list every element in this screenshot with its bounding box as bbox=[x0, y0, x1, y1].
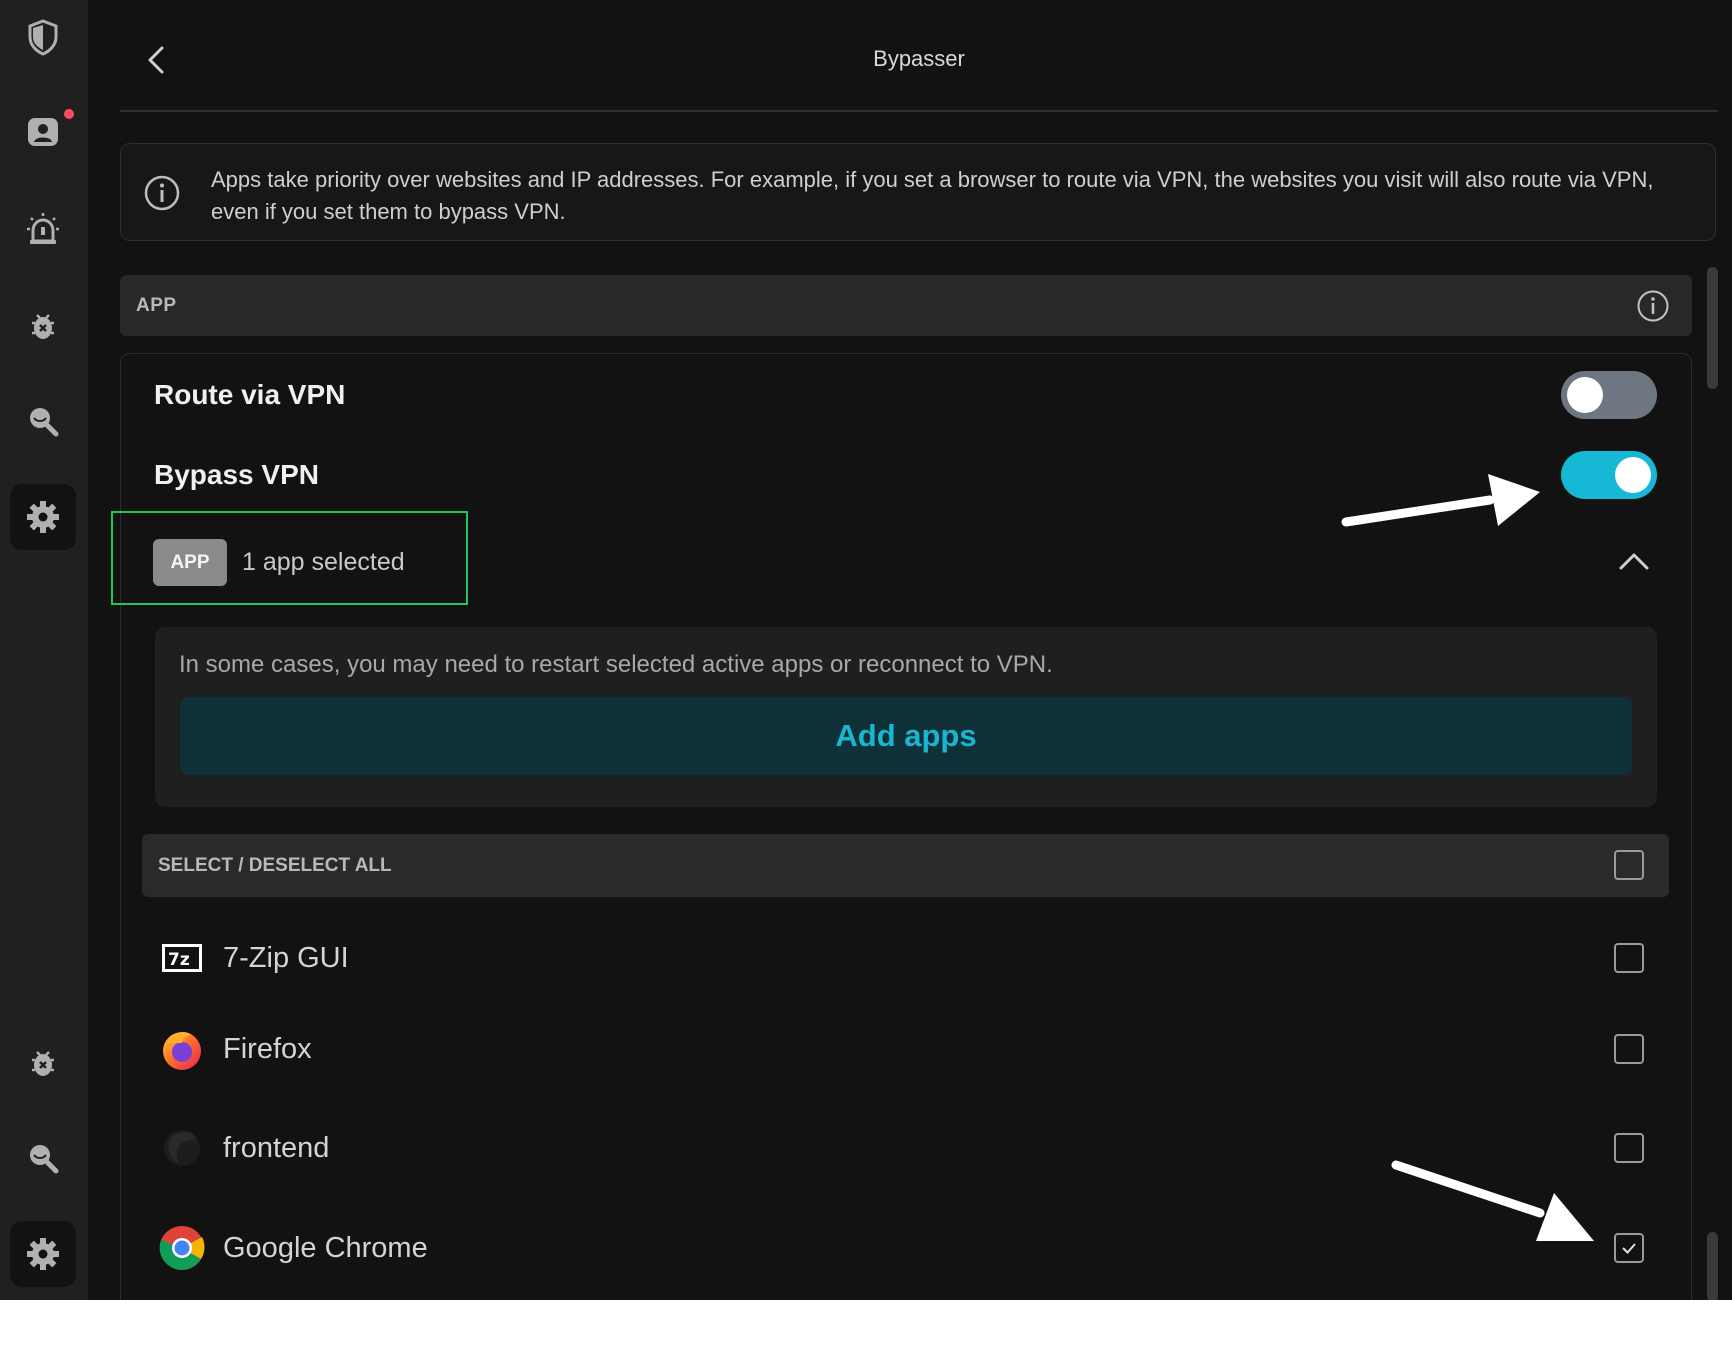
7zip-icon: 7z bbox=[162, 944, 202, 972]
select-all-checkbox[interactable] bbox=[1614, 850, 1644, 880]
frontend-app-icon bbox=[164, 1130, 200, 1166]
app-name: Google Chrome bbox=[223, 1232, 428, 1264]
scrollbar-thumb-lower[interactable] bbox=[1707, 1232, 1718, 1300]
firefox-icon bbox=[163, 1032, 201, 1070]
app-window: Bypasser Apps take priority over website… bbox=[0, 0, 1732, 1300]
app-checkbox-checked[interactable] bbox=[1614, 1233, 1644, 1263]
add-apps-button[interactable]: Add apps bbox=[180, 697, 1632, 775]
svg-text:7z: 7z bbox=[168, 950, 190, 970]
app-name: frontend bbox=[223, 1132, 330, 1164]
app-row: Firefox bbox=[142, 1009, 1669, 1089]
search-eye-icon-bottom[interactable] bbox=[10, 1125, 76, 1191]
info-icon bbox=[144, 175, 180, 211]
settings-gear-icon-bottom[interactable] bbox=[10, 1221, 76, 1287]
alarm-icon[interactable] bbox=[10, 196, 76, 262]
search-eye-icon[interactable] bbox=[10, 388, 76, 454]
header: Bypasser bbox=[120, 0, 1718, 112]
checkmark-icon bbox=[1622, 1243, 1636, 1254]
select-all-row[interactable]: SELECT / DESELECT ALL bbox=[142, 834, 1669, 897]
selected-count-text[interactable]: 1 app selected bbox=[242, 548, 405, 577]
toggle-knob bbox=[1567, 377, 1603, 413]
restart-notice-text: In some cases, you may need to restart s… bbox=[179, 651, 1053, 678]
app-checkbox[interactable] bbox=[1614, 943, 1644, 973]
app-type-badge: APP bbox=[153, 539, 227, 586]
shield-icon[interactable] bbox=[10, 4, 76, 70]
annotation-arrow-icon bbox=[1341, 474, 1540, 527]
toggle-knob bbox=[1615, 457, 1651, 493]
settings-gear-icon[interactable] bbox=[10, 484, 76, 550]
route-via-vpn-label: Route via VPN bbox=[154, 379, 346, 410]
app-checkbox[interactable] bbox=[1614, 1034, 1644, 1064]
app-name: 7-Zip GUI bbox=[223, 942, 349, 974]
chrome-icon bbox=[159, 1226, 205, 1270]
section-label: APP bbox=[136, 295, 177, 316]
chevron-up-icon[interactable] bbox=[1616, 546, 1652, 574]
route-via-vpn-toggle[interactable] bbox=[1561, 371, 1657, 419]
bypass-vpn-label: Bypass VPN bbox=[154, 459, 319, 490]
page-title: Bypasser bbox=[873, 46, 965, 71]
notification-dot bbox=[64, 109, 74, 119]
sidebar bbox=[0, 0, 88, 1300]
info-banner: Apps take priority over websites and IP … bbox=[120, 143, 1716, 241]
bypass-vpn-toggle[interactable] bbox=[1561, 451, 1657, 499]
section-header: APP bbox=[120, 275, 1692, 336]
account-icon[interactable] bbox=[10, 99, 76, 165]
select-all-label: SELECT / DESELECT ALL bbox=[158, 855, 392, 876]
bug-icon-bottom[interactable] bbox=[10, 1029, 76, 1095]
annotation-arrow-icon bbox=[1391, 1160, 1594, 1241]
info-banner-text: Apps take priority over websites and IP … bbox=[211, 167, 1654, 224]
app-checkbox[interactable] bbox=[1614, 1133, 1644, 1163]
app-name: Firefox bbox=[223, 1033, 312, 1065]
bug-icon[interactable] bbox=[10, 292, 76, 358]
app-row: 7z 7-Zip GUI bbox=[142, 918, 1669, 998]
section-info-icon[interactable] bbox=[1636, 289, 1670, 323]
restart-notice: In some cases, you may need to restart s… bbox=[155, 627, 1657, 807]
scrollbar-thumb[interactable] bbox=[1707, 267, 1718, 389]
